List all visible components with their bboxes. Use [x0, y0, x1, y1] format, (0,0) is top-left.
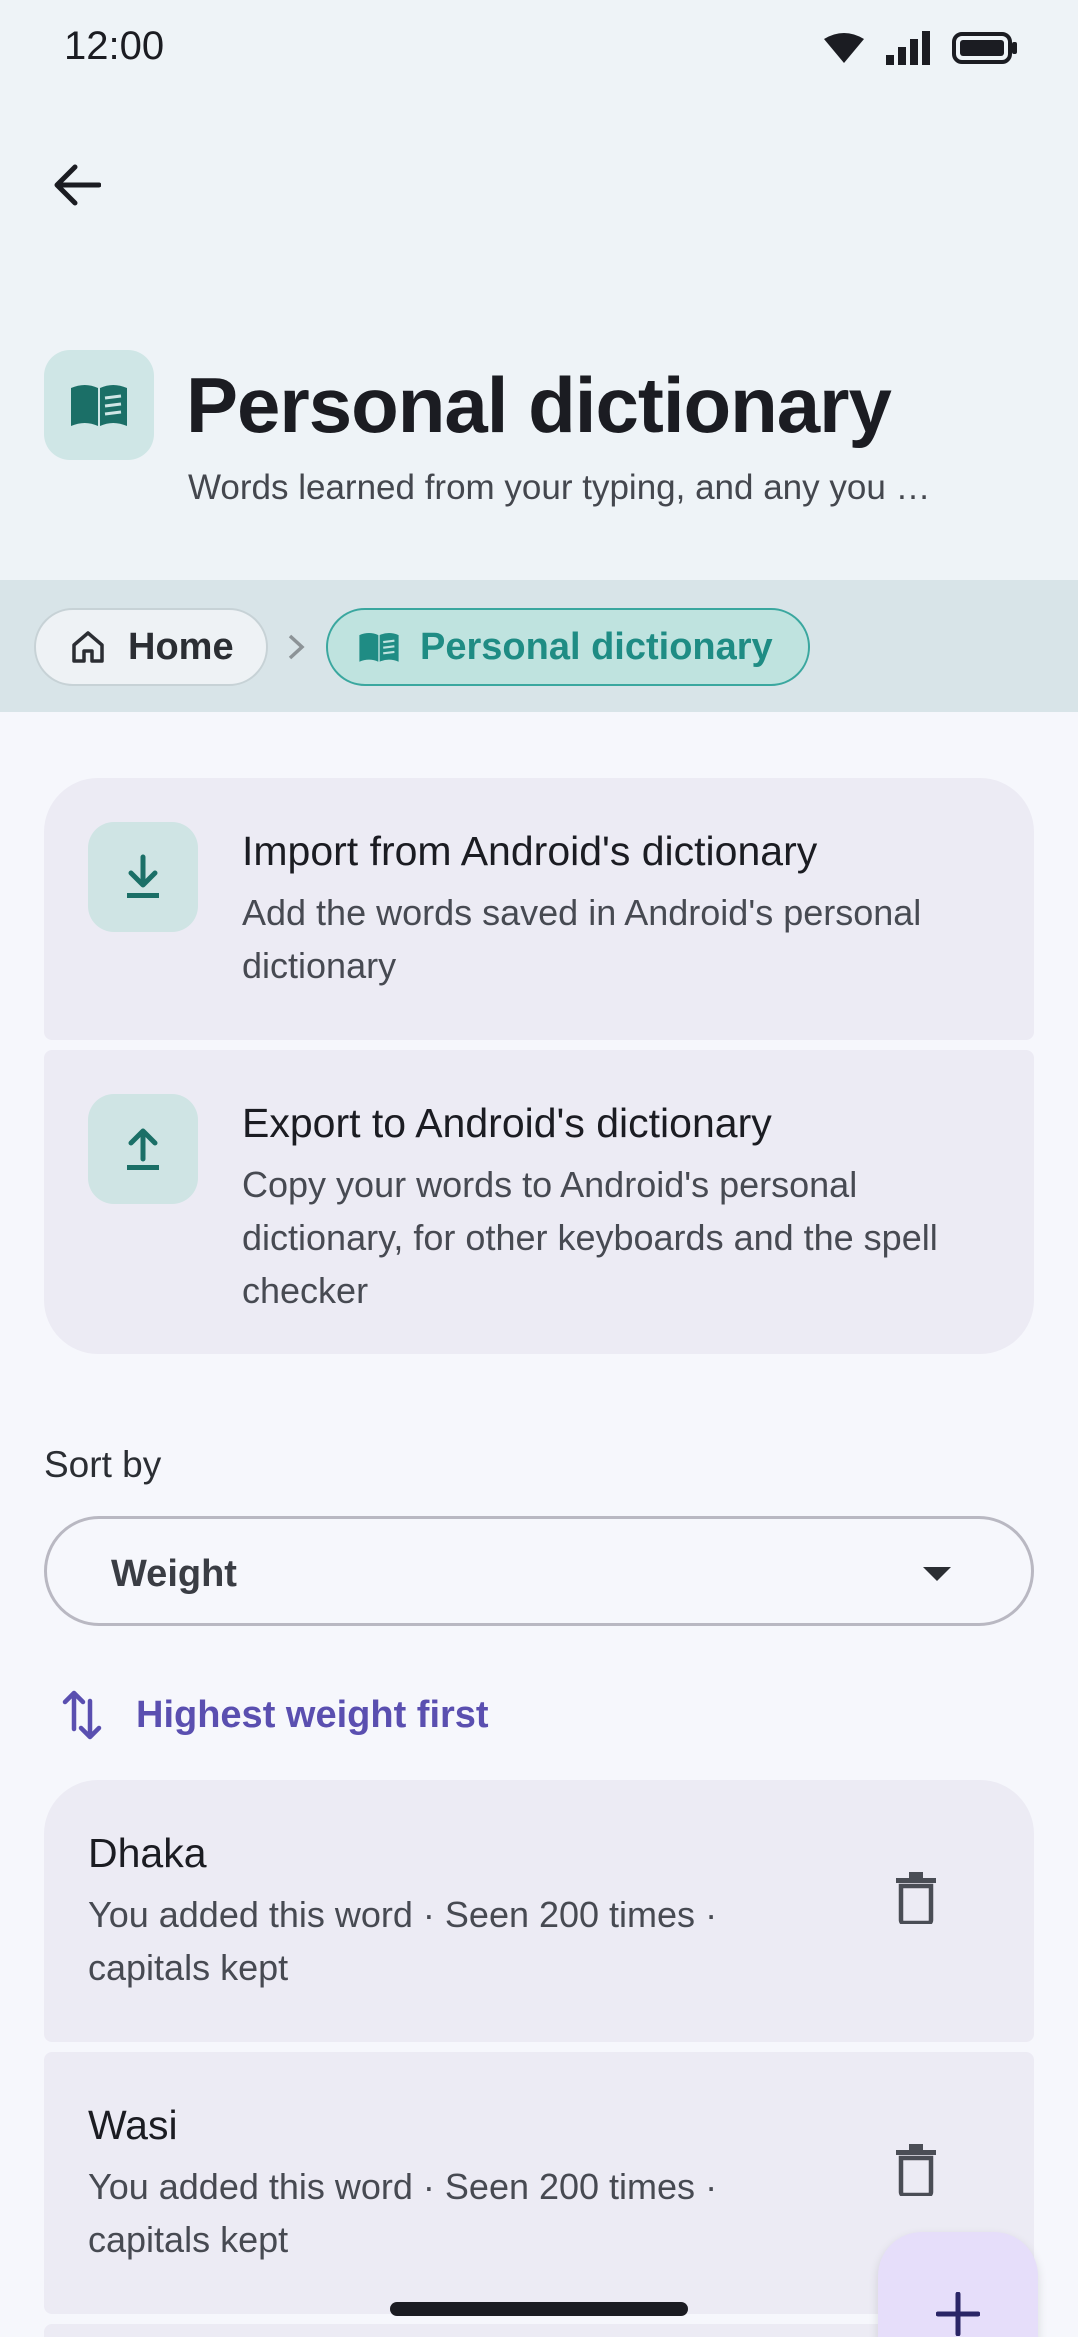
sort-order-label: Highest weight first: [136, 1693, 489, 1736]
trash-icon: [896, 2144, 936, 2196]
download-icon: [127, 854, 159, 898]
status-icons: [824, 28, 1018, 68]
page-title: Personal dictionary: [186, 361, 892, 449]
page-subtitle: Words learned from your typing, and any …: [188, 468, 931, 507]
dropdown-arrow-icon: [923, 1567, 951, 1581]
upload-icon-badge: [88, 1094, 198, 1204]
list-item[interactable]: Dhaka You added this word · Seen 200 tim…: [44, 1780, 1034, 2042]
header-area: 12:00 Personal dictionary Words learned …: [0, 0, 1078, 580]
status-bar: 12:00: [0, 0, 1078, 96]
status-time: 12:00: [64, 24, 165, 68]
word-details: You added this word · Seen 200 times · c…: [88, 2166, 718, 2260]
breadcrumb-home[interactable]: Home: [34, 608, 268, 686]
arrow-back-icon: [54, 164, 101, 206]
home-indicator: [390, 2302, 688, 2316]
delete-button[interactable]: [876, 2130, 956, 2210]
word-text: Wasi: [88, 2102, 178, 2148]
trash-icon: [896, 1872, 936, 1924]
export-title: Export to Android's dictionary: [242, 1100, 772, 1146]
import-title: Import from Android's dictionary: [242, 828, 818, 874]
home-icon: [72, 631, 104, 663]
wifi-icon: [824, 33, 864, 63]
word-details: You added this word · Seen 200 times · c…: [88, 1894, 718, 1988]
sort-dropdown[interactable]: Weight: [44, 1516, 1034, 1626]
plus-icon: [936, 2292, 980, 2336]
book-icon: [359, 633, 399, 662]
sort-label: Sort by: [44, 1444, 162, 1485]
export-description: Copy your words to Android's personal di…: [242, 1164, 938, 1311]
sort-selected-value: Weight: [111, 1553, 237, 1595]
breadcrumb: Home Personal dictionary: [0, 580, 1078, 712]
breadcrumb-current-label: Personal dictionary: [420, 625, 773, 668]
back-button[interactable]: [38, 146, 116, 224]
breadcrumb-home-label: Home: [128, 625, 234, 668]
chevron-right-icon: [288, 634, 305, 660]
import-card[interactable]: Import from Android's dictionary Add the…: [44, 778, 1034, 1040]
export-card[interactable]: Export to Android's dictionary Copy your…: [44, 1050, 1034, 1354]
word-text: Dhaka: [88, 1830, 207, 1876]
signal-icon: [886, 31, 930, 65]
dictionary-icon-badge: [44, 350, 154, 460]
sort-order-toggle[interactable]: Highest weight first: [62, 1684, 489, 1746]
battery-icon: [952, 32, 1017, 64]
breadcrumb-current[interactable]: Personal dictionary: [326, 608, 810, 686]
download-icon-badge: [88, 822, 198, 932]
add-word-button[interactable]: [878, 2232, 1038, 2337]
book-icon: [71, 385, 127, 426]
swap-vertical-icon: [62, 1690, 102, 1740]
upload-icon: [127, 1128, 159, 1170]
import-description: Add the words saved in Android's persona…: [242, 892, 922, 986]
delete-button[interactable]: [876, 1858, 956, 1938]
